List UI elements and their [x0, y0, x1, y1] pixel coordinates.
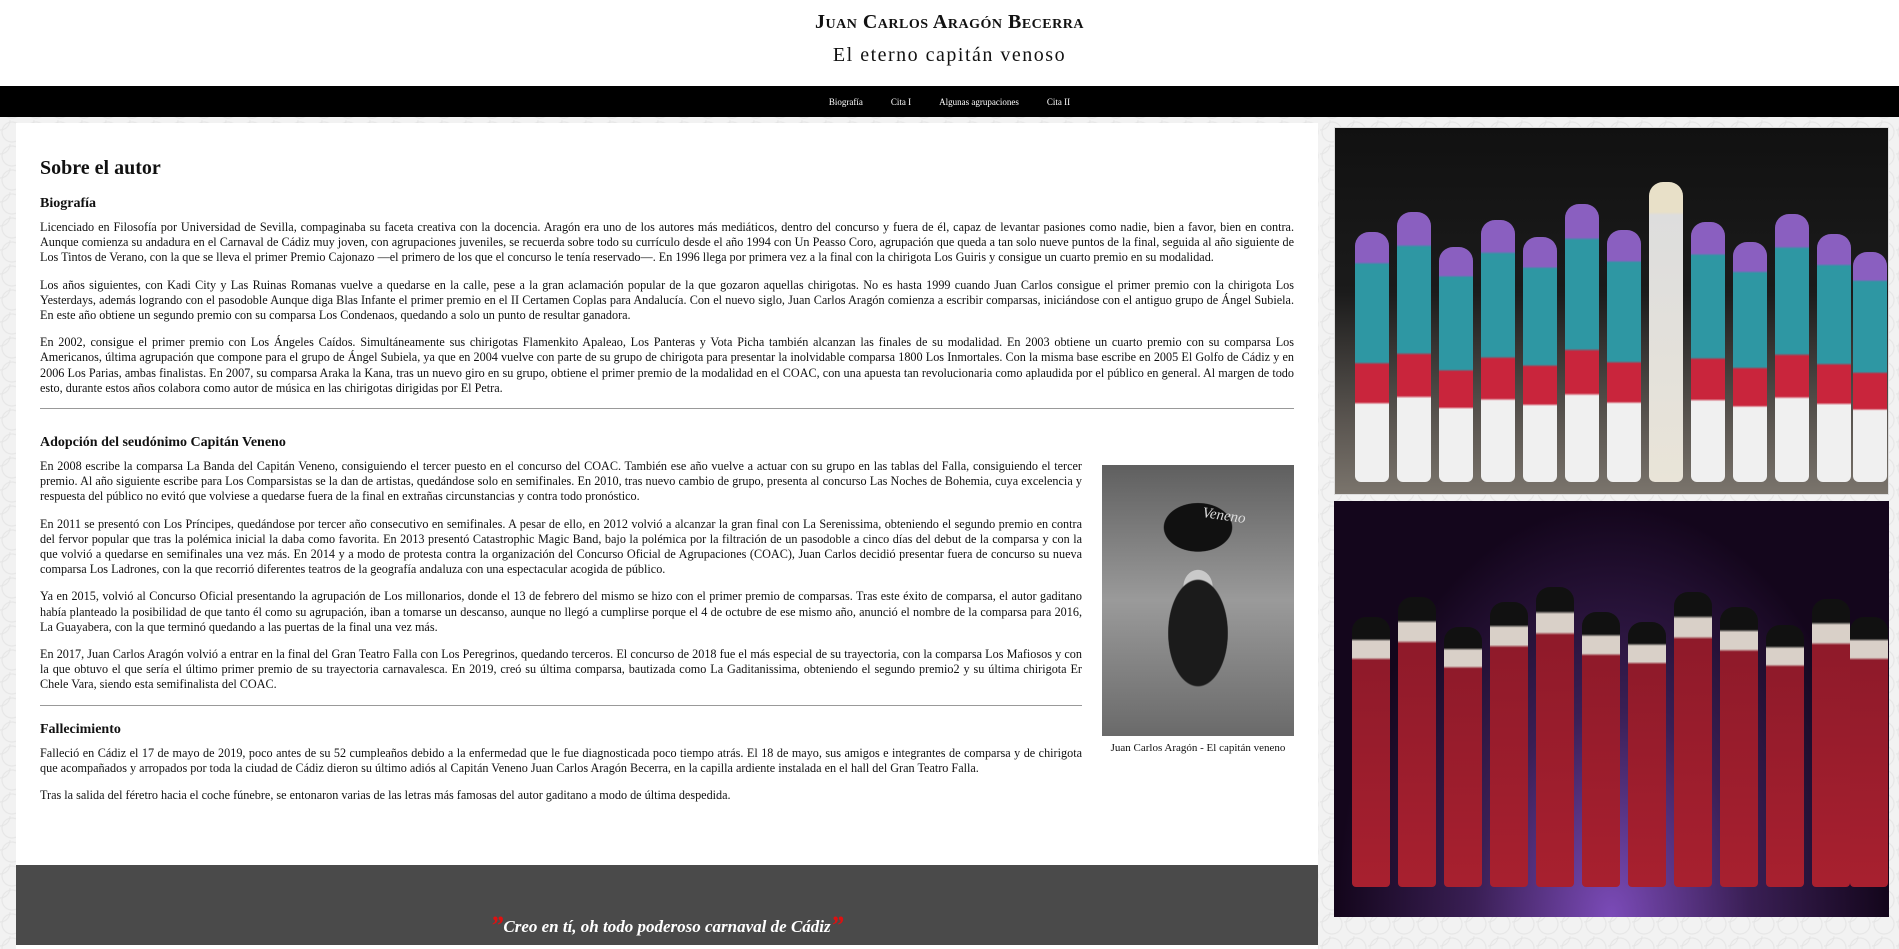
nav-link-cita-2[interactable]: Cita II — [1047, 97, 1070, 107]
main-content: Sobre el autor Biografía Licenciado en F… — [16, 123, 1318, 949]
hat-lettering: Veneno — [1201, 505, 1247, 527]
section-heading: Sobre el autor — [40, 157, 161, 179]
close-quote-mark: ” — [830, 911, 844, 940]
figure-caption: Juan Carlos Aragón - El capitán veneno — [1110, 742, 1286, 755]
photo-sidebar — [1334, 127, 1889, 917]
comparsa-photo-stage — [1334, 501, 1889, 917]
nav-link-agrupaciones[interactable]: Algunas agrupaciones — [939, 97, 1019, 107]
author-figure: Veneno Juan Carlos Aragón - El capitán v… — [1102, 465, 1294, 754]
adoption-heading: Adopción del seudónimo Capitán Veneno — [40, 435, 286, 451]
quote-band: ”Creo en tí, oh todo poderoso carnaval d… — [16, 865, 1318, 945]
adoption-section: Adopción del seudónimo Capitán Veneno Ve… — [40, 419, 1294, 815]
quote: ”Creo en tí, oh todo poderoso carnaval d… — [16, 911, 1318, 941]
bio-section: Biografía Licenciado en Filosofía por Un… — [40, 196, 1294, 396]
site-header: Juan Carlos Aragón Becerra El eterno cap… — [0, 0, 1899, 86]
open-quote-mark: ” — [490, 911, 504, 940]
divider — [40, 704, 1082, 706]
divider — [40, 408, 1294, 410]
comparsa-photo-costumes — [1334, 127, 1889, 495]
bio-paragraph: Licenciado en Filosofía por Universidad … — [40, 220, 1294, 265]
bio-paragraph: Los años siguientes, con Kadi City y Las… — [40, 277, 1294, 323]
main-nav: Biografía Cita I Algunas agrupaciones Ci… — [0, 86, 1899, 117]
site-subtitle: El eterno capitán venoso — [832, 44, 1067, 66]
bio-heading: Biografía — [40, 196, 96, 211]
nav-link-cita-1[interactable]: Cita I — [891, 97, 911, 107]
bio-paragraph: En 2002, consigue el primer premio con L… — [40, 335, 1294, 395]
author-photo-graphic: Veneno — [1201, 505, 1247, 527]
author-photo: Veneno — [1102, 465, 1294, 737]
site-title: Juan Carlos Aragón Becerra — [815, 11, 1084, 33]
nav-link-biografia[interactable]: Biografía — [829, 97, 863, 107]
death-paragraph: Tras la salida del féretro hacia el coch… — [40, 788, 731, 803]
quote-text: Creo en tí, oh todo poderoso carnaval de… — [503, 917, 831, 936]
